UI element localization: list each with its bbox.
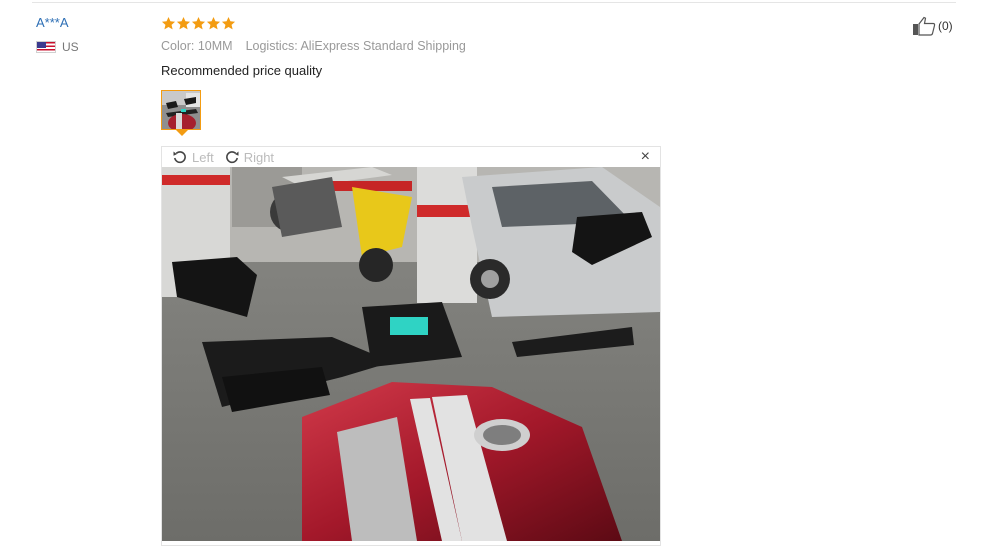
- reviewer-name[interactable]: A***A: [36, 14, 79, 32]
- color-label: Color:: [161, 39, 195, 53]
- star-icon: [176, 16, 191, 31]
- helpful-count: (0): [938, 19, 953, 33]
- rotate-left-icon: [173, 151, 186, 164]
- rotate-right-button[interactable]: Right: [224, 149, 274, 165]
- star-icon: [206, 16, 221, 31]
- viewer-toolbar: Left Right ×: [162, 147, 660, 167]
- logistics-info: Logistics: AliExpress Standard Shipping: [246, 38, 466, 54]
- star-icon: [191, 16, 206, 31]
- review-photo: [162, 167, 660, 541]
- color-info: Color: 10MM: [161, 38, 233, 54]
- helpful-vote[interactable]: (0): [912, 16, 953, 36]
- photo-thumbnail[interactable]: [161, 90, 201, 130]
- country-label: US: [62, 40, 79, 54]
- star-icon: [221, 16, 236, 31]
- order-info: Color: 10MM Logistics: AliExpress Standa…: [161, 38, 466, 54]
- us-flag-icon: [36, 41, 56, 53]
- reviewer-country: US: [36, 40, 79, 54]
- star-icon: [161, 16, 176, 31]
- thumbnail-selected-caret: [176, 130, 188, 136]
- close-viewer-button[interactable]: ×: [641, 148, 650, 166]
- review-body: Color: 10MM Logistics: AliExpress Standa…: [161, 14, 466, 79]
- star-rating: [161, 14, 466, 32]
- rotate-right-icon: [225, 151, 239, 164]
- top-divider: [32, 2, 956, 3]
- reviewer-info: A***A US: [36, 14, 79, 54]
- color-value: 10MM: [197, 39, 233, 53]
- rotate-right-label: Right: [243, 149, 275, 165]
- photo-thumbnails: [161, 90, 201, 136]
- photo-viewer: Left Right ×: [161, 146, 661, 546]
- logistics-label: Logistics:: [245, 39, 298, 53]
- logistics-value: AliExpress Standard Shipping: [300, 39, 466, 53]
- rotate-left-label: Left: [192, 149, 214, 165]
- thumbs-up-icon: [913, 16, 936, 36]
- review-text: Recommended price quality: [161, 63, 323, 78]
- motorcycle-photo: [162, 167, 660, 541]
- rotate-left-button[interactable]: Left: [172, 149, 214, 165]
